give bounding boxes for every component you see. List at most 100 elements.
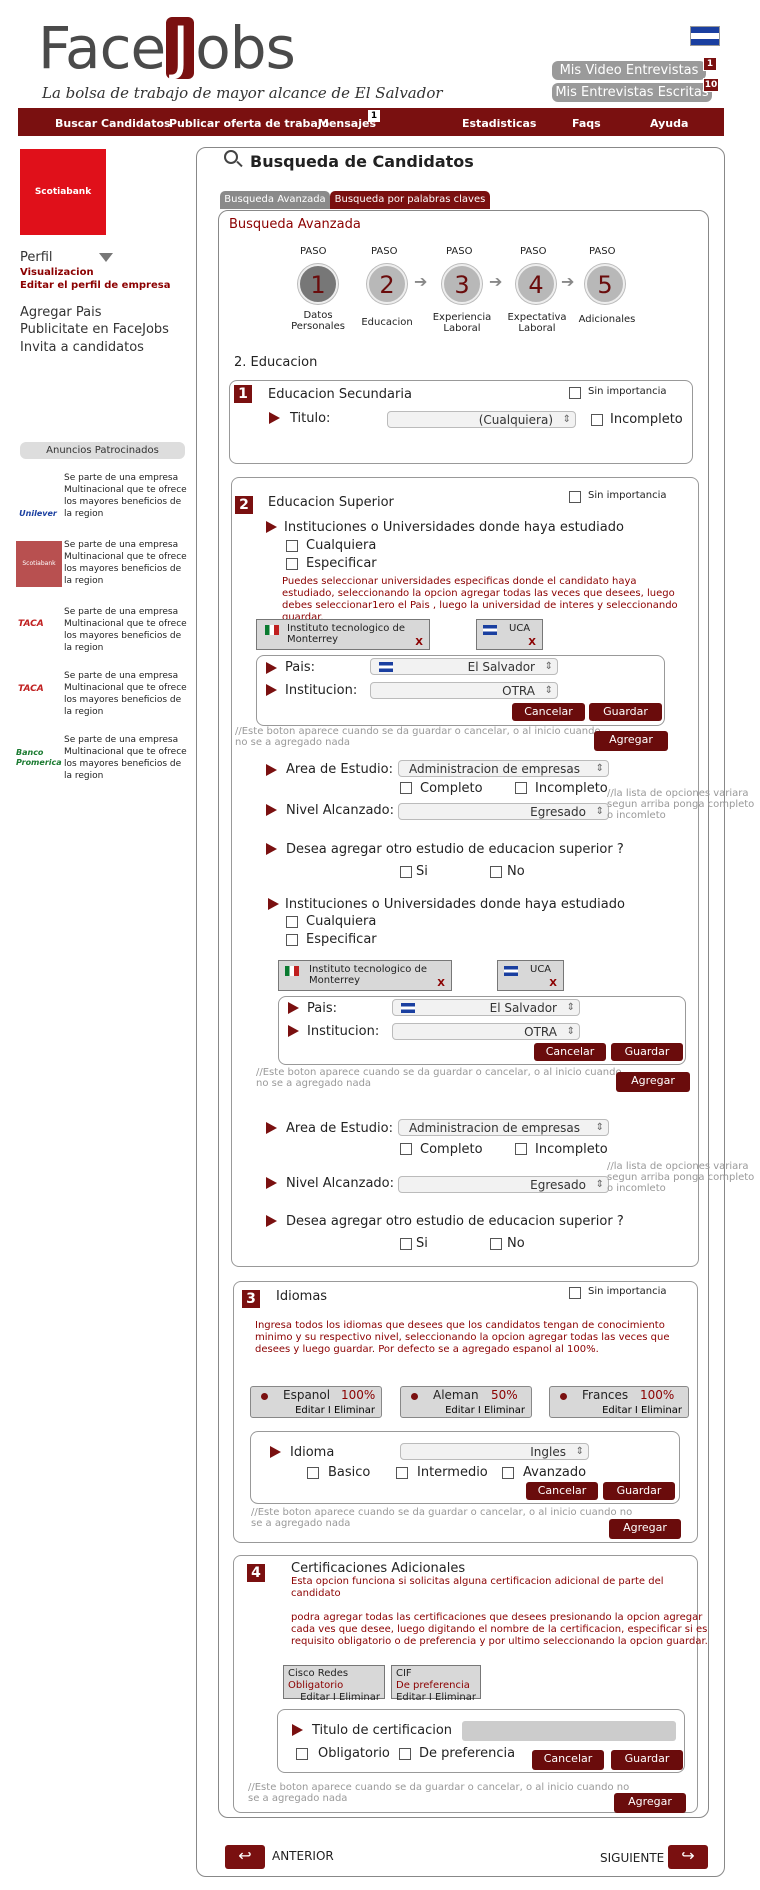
idioma-label: Idioma: [290, 1445, 335, 1460]
remove-chip-icon[interactable]: X: [528, 637, 536, 648]
step-4-circle[interactable]: 4: [516, 264, 556, 304]
edit-remove-link[interactable]: Editar I Eliminar: [445, 1405, 525, 1416]
institucion-select[interactable]: OTRA: [392, 1023, 580, 1040]
completo-checkbox[interactable]: [400, 1143, 412, 1155]
pais-select[interactable]: El Salvador: [392, 999, 580, 1016]
si-checkbox[interactable]: [400, 866, 412, 878]
nav-ayuda[interactable]: Ayuda: [650, 117, 688, 130]
agregar-pais-link[interactable]: Agregar Pais: [20, 305, 102, 320]
publicitate-link[interactable]: Publicitate en FaceJobs: [20, 322, 169, 337]
cualquiera-checkbox[interactable]: [286, 916, 298, 928]
step-1-circle[interactable]: 1: [298, 264, 338, 304]
language-chip[interactable]: Aleman 50% Editar I Eliminar: [400, 1386, 532, 1418]
basico-checkbox[interactable]: [307, 1467, 319, 1479]
nav-publicar-oferta[interactable]: Publicar oferta de trabajo: [169, 117, 329, 130]
area-select[interactable]: Administracion de empresas: [398, 1119, 609, 1136]
ad-logo-promerica[interactable]: Banco Promerica: [16, 748, 62, 776]
video-interviews-button[interactable]: Mis Video Entrevistas: [552, 61, 706, 80]
el-salvador-flag-icon[interactable]: [690, 26, 720, 46]
sec3-sin-importancia-label: Sin importancia: [588, 1286, 667, 1297]
otro-estudio-question: Desea agregar otro estudio de educacion …: [286, 842, 624, 857]
edit-remove-link[interactable]: Editar I Eliminar: [396, 1692, 476, 1704]
add-button[interactable]: Agregar: [594, 731, 668, 751]
idioma-select[interactable]: Ingles: [400, 1443, 589, 1460]
edit-remove-link[interactable]: Editar I Eliminar: [288, 1692, 380, 1704]
editar-perfil-link[interactable]: Editar el perfil de empresa: [20, 280, 170, 291]
save-button[interactable]: Guardar: [589, 703, 662, 721]
add-button[interactable]: Agregar: [614, 1793, 686, 1813]
certification-chip[interactable]: Cisco Redes Obligatorio Editar I Eliminar: [283, 1665, 385, 1703]
next-button[interactable]: SIGUIENTE: [600, 1851, 664, 1865]
forward-arrow-icon[interactable]: ↪: [668, 1845, 708, 1869]
save-button[interactable]: Guardar: [611, 1750, 683, 1770]
intermedio-checkbox[interactable]: [396, 1467, 408, 1479]
brand-logo[interactable]: Face Jobs: [38, 14, 296, 82]
preferencia-checkbox[interactable]: [399, 1748, 411, 1760]
incompleto-checkbox[interactable]: [515, 1143, 527, 1155]
written-interviews-button[interactable]: Mis Entrevistas Escritas: [552, 83, 712, 102]
save-button[interactable]: Guardar: [611, 1043, 683, 1061]
tab-busqueda-avanzada[interactable]: Busqueda Avanzada: [220, 191, 330, 209]
titulo-cert-input[interactable]: [462, 1721, 676, 1741]
company-logo[interactable]: Scotiabank: [20, 149, 106, 235]
cancel-button[interactable]: Cancelar: [526, 1482, 598, 1500]
ad-logo-scotiabank[interactable]: Scotiabank: [16, 541, 62, 587]
institution-chip[interactable]: UCA X: [497, 960, 564, 991]
completo-checkbox[interactable]: [400, 782, 412, 794]
language-chip[interactable]: Espanol 100% Editar I Eliminar: [250, 1386, 382, 1418]
nivel-select[interactable]: Egresado: [398, 1176, 609, 1193]
obligatorio-checkbox[interactable]: [296, 1748, 308, 1760]
add-button[interactable]: Agregar: [609, 1519, 681, 1539]
sec3-sin-importancia-checkbox[interactable]: [569, 1287, 581, 1299]
nav-estadisticas[interactable]: Estadisticas: [462, 117, 536, 130]
cualquiera-checkbox[interactable]: [286, 540, 298, 552]
step-5-circle[interactable]: 5: [585, 264, 625, 304]
add-button[interactable]: Agregar: [616, 1072, 690, 1092]
cancel-button[interactable]: Cancelar: [532, 1750, 604, 1770]
tab-palabras-claves[interactable]: Busqueda por palabras claves: [330, 191, 490, 209]
institution-chip[interactable]: Instituto tecnologico de Monterrey X: [278, 960, 452, 991]
no-checkbox[interactable]: [490, 866, 502, 878]
institution-chip[interactable]: UCA X: [476, 619, 543, 650]
back-arrow-icon[interactable]: ↩: [225, 1845, 265, 1869]
step-paso-label: PASO: [300, 246, 327, 257]
sec1-incompleto-checkbox[interactable]: [591, 414, 603, 426]
ad-logo-taca[interactable]: TACA: [18, 619, 62, 633]
nivel-select[interactable]: Egresado: [398, 803, 609, 820]
especificar-checkbox[interactable]: [286, 934, 298, 946]
nav-faqs[interactable]: Faqs: [572, 117, 601, 130]
institution-chip[interactable]: Instituto tecnologico de Monterrey X: [256, 619, 430, 650]
step-2-circle[interactable]: 2: [367, 264, 407, 304]
visualizacion-link[interactable]: Visualizacion: [20, 267, 94, 278]
especificar-label: Especificar: [306, 932, 377, 947]
edit-remove-link[interactable]: Editar I Eliminar: [602, 1405, 682, 1416]
step-3-circle[interactable]: 3: [442, 264, 482, 304]
edit-remove-link[interactable]: Editar I Eliminar: [295, 1405, 375, 1416]
avanzado-checkbox[interactable]: [502, 1467, 514, 1479]
pais-select[interactable]: El Salvador: [370, 658, 558, 675]
remove-chip-icon[interactable]: X: [437, 978, 445, 989]
sec1-sin-importancia-checkbox[interactable]: [569, 387, 581, 399]
language-chip[interactable]: Frances 100% Editar I Eliminar: [549, 1386, 689, 1418]
institucion-select[interactable]: OTRA: [370, 682, 558, 699]
remove-chip-icon[interactable]: X: [415, 637, 423, 648]
si-checkbox[interactable]: [400, 1238, 412, 1250]
especificar-checkbox[interactable]: [286, 558, 298, 570]
area-label: Area de Estudio:: [286, 762, 393, 777]
nav-buscar-candidatos[interactable]: Buscar Candidatos: [55, 117, 171, 130]
sec2-sin-importancia-checkbox[interactable]: [569, 491, 581, 503]
cancel-button[interactable]: Cancelar: [512, 703, 585, 721]
incompleto-checkbox[interactable]: [515, 782, 527, 794]
previous-button[interactable]: ANTERIOR: [272, 1849, 334, 1863]
cancel-button[interactable]: Cancelar: [534, 1043, 606, 1061]
certification-chip[interactable]: CIF De preferencia Editar I Eliminar: [391, 1665, 481, 1703]
titulo-select[interactable]: (Cualquiera): [387, 411, 576, 428]
ad-logo-unilever[interactable]: Unilever: [16, 474, 60, 520]
ad-logo-taca[interactable]: TACA: [18, 684, 62, 698]
area-select[interactable]: Administracion de empresas: [398, 760, 609, 777]
no-checkbox[interactable]: [490, 1238, 502, 1250]
invita-candidatos-link[interactable]: Invita a candidatos: [20, 340, 144, 355]
save-button[interactable]: Guardar: [603, 1482, 675, 1500]
remove-chip-icon[interactable]: X: [549, 978, 557, 989]
chevron-down-icon[interactable]: [99, 253, 113, 262]
